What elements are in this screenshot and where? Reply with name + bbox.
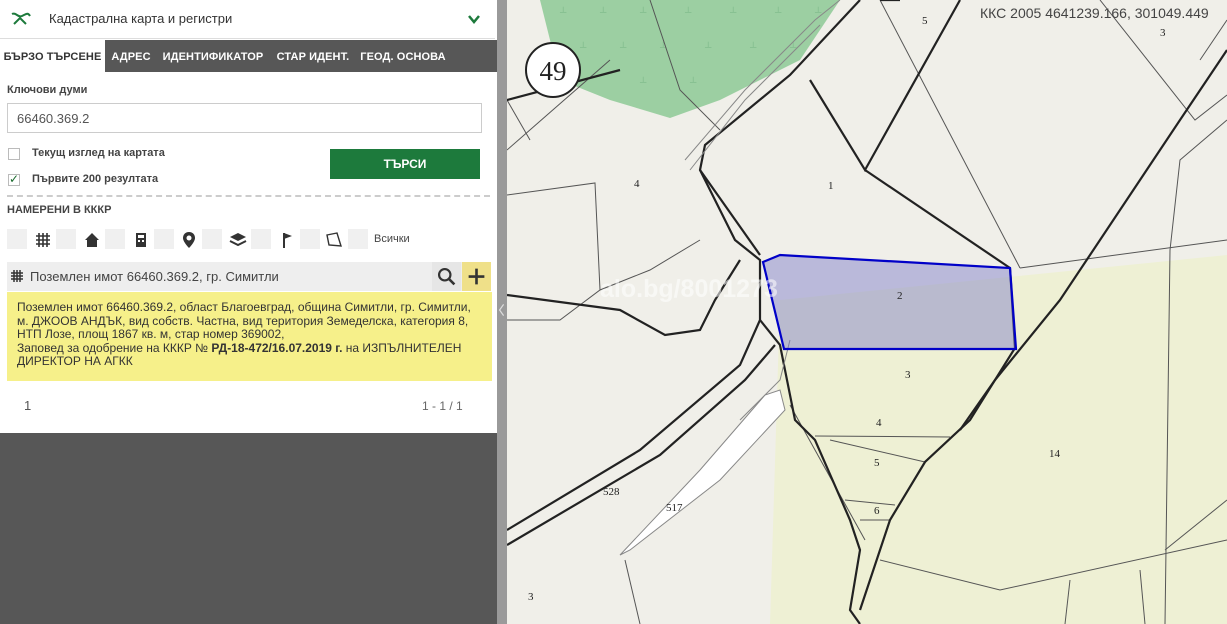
parcel-number: 4	[634, 178, 640, 190]
order-number: РД-18-472/16.07.2019 г.	[211, 340, 343, 355]
tab-identifier[interactable]: ИДЕНТИФИКАТОР	[159, 40, 267, 72]
divider	[7, 195, 490, 197]
filter-all-label: Всички	[374, 233, 410, 245]
search-tabs: БЪРЗО ТЪРСЕНЕ АДРЕС ИДЕНТИФИКАТОР СТАР И…	[0, 40, 497, 72]
result-line: НТП Лозе, площ 1867 кв. м, стар номер 36…	[17, 327, 285, 342]
cadastre-logo-icon	[11, 12, 31, 25]
svg-text:┴: ┴	[639, 76, 647, 87]
filter-checkbox[interactable]	[154, 229, 174, 249]
filter-checkbox[interactable]	[56, 229, 76, 249]
filter-checkbox[interactable]	[300, 229, 320, 249]
app-title: Кадастрална карта и регистри	[49, 11, 233, 26]
svg-text:┴: ┴	[729, 6, 737, 17]
plus-icon	[468, 268, 485, 285]
filter-all-checkbox[interactable]	[348, 229, 368, 249]
panel-splitter[interactable]	[497, 0, 507, 624]
cadastral-map[interactable]: ┴ ┴ ┴ ┴ ┴ ┴ ┴ ┴ ┴ ┴ ┴ ┴ ┴ ┴ ┴ 49 5 3 4 1…	[507, 0, 1227, 624]
section-number: 49	[540, 56, 567, 86]
result-title: Поземлен имот 66460.369.2, гр. Симитли	[30, 269, 279, 284]
zoom-to-button[interactable]	[432, 262, 461, 291]
svg-text:┴: ┴	[689, 76, 697, 87]
apartment-icon	[136, 233, 146, 247]
address-pin-icon	[183, 232, 195, 248]
filter-checkbox[interactable]	[7, 229, 27, 249]
parcel-grid-icon	[11, 270, 23, 282]
parcel-number: 14	[1049, 448, 1061, 460]
result-details: Поземлен имот 66460.369.2, област Благое…	[7, 292, 492, 381]
first200-label: Първите 200 резултата	[32, 173, 159, 185]
tab-geodetic-base[interactable]: ГЕОД. ОСНОВА	[358, 40, 448, 72]
parcel-number: 5	[874, 457, 880, 469]
tab-old-identifier[interactable]: СТАР ИДЕНТ.	[271, 40, 355, 72]
svg-text:┴: ┴	[619, 41, 627, 52]
found-heading: НАМЕРЕНИ В КККР	[7, 204, 112, 216]
parcel-number: 6	[874, 505, 880, 517]
app-header: Кадастрална карта и регистри	[0, 0, 495, 39]
result-line: ДИРЕКТОР НА АГКК	[17, 354, 133, 369]
page-number[interactable]: 1	[24, 398, 31, 413]
watermark: alo.bg/8001273	[600, 275, 778, 303]
layers-icon	[229, 233, 247, 247]
collapse-arrow-icon	[498, 304, 505, 316]
result-header[interactable]: Поземлен имот 66460.369.2, гр. Симитли	[7, 262, 491, 291]
svg-text:┴: ┴	[704, 41, 712, 52]
filter-checkbox[interactable]	[105, 229, 125, 249]
parcel-grid-icon	[36, 233, 50, 247]
filter-checkbox[interactable]	[202, 229, 222, 249]
current-view-checkbox[interactable]	[8, 148, 20, 160]
parcel-number: 528	[603, 486, 620, 498]
current-view-label: Текущ изглед на картата	[32, 147, 165, 159]
result-line: м. ДЖООВ АНДЪК, вид собств. Частна, вид …	[17, 313, 469, 328]
parcel-number: 3	[905, 369, 911, 381]
map-canvas[interactable]: ┴ ┴ ┴ ┴ ┴ ┴ ┴ ┴ ┴ ┴ ┴ ┴ ┴ ┴ ┴ 49 5 3 4 1…	[507, 0, 1227, 624]
order-suffix: на ИЗПЪЛНИТЕЛЕН	[342, 340, 462, 355]
svg-text:┴: ┴	[579, 41, 587, 52]
order-prefix: Заповед за одобрение на КККР №	[17, 340, 212, 355]
keywords-label: Ключови думи	[7, 84, 88, 96]
svg-text:┴: ┴	[599, 6, 607, 17]
svg-text:┴: ┴	[559, 6, 567, 17]
keywords-input[interactable]	[7, 103, 482, 133]
geodetic-point-icon	[283, 233, 292, 248]
svg-text:┴: ┴	[639, 6, 647, 17]
building-icon	[85, 233, 99, 247]
svg-text:┴: ┴	[749, 41, 757, 52]
tab-quick-search[interactable]: БЪРЗО ТЪРСЕНЕ	[0, 40, 105, 72]
svg-text:┴: ┴	[774, 6, 782, 17]
result-line: Поземлен имот 66460.369.2, област Благое…	[17, 300, 471, 314]
svg-text:┴: ┴	[684, 6, 692, 17]
parcel-number: 517	[666, 502, 683, 514]
parcel-number: 3	[1160, 27, 1166, 39]
result-line: Заповед за одобрение на КККР № РД-18-472…	[17, 340, 482, 356]
first200-checkbox[interactable]	[8, 172, 20, 186]
search-icon	[437, 267, 456, 286]
polygon-icon	[326, 232, 342, 247]
parcel-number: 3	[528, 591, 534, 603]
parcel-number: 1	[828, 180, 834, 192]
highlighted-parcel[interactable]	[761, 253, 1018, 351]
coordinates-readout: ККС 2005 4641239.166, 301049.449	[980, 5, 1209, 21]
add-button[interactable]	[462, 262, 491, 291]
parcel-number: 2	[897, 290, 903, 302]
parcel-number: 5	[922, 15, 928, 27]
search-panel: Кадастрална карта и регистри БЪРЗО ТЪРСЕ…	[0, 0, 497, 433]
search-button[interactable]: ТЪРСИ	[330, 149, 480, 179]
chevron-down-icon[interactable]	[467, 12, 481, 26]
filter-checkbox[interactable]	[251, 229, 271, 249]
parcel-number: 4	[876, 417, 882, 429]
tab-address[interactable]: АДРЕС	[107, 40, 155, 72]
result-count: 1 - 1 / 1	[422, 399, 463, 413]
